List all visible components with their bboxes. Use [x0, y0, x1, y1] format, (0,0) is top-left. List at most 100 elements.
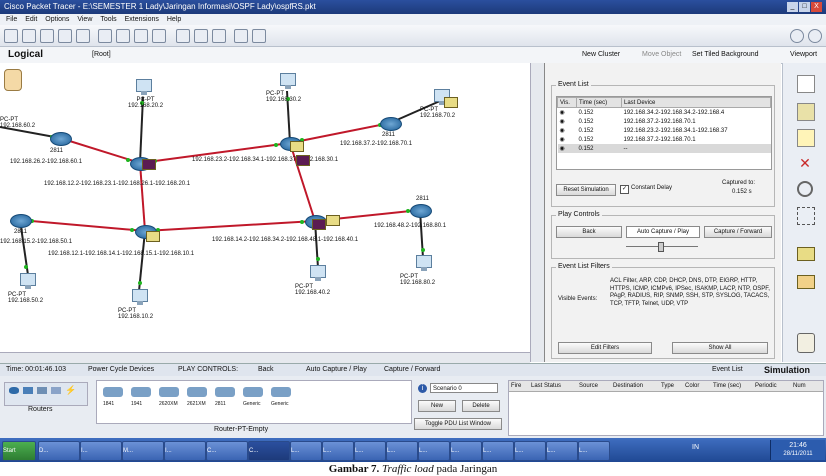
- logical-workspace[interactable]: PC-PT 192.168.20.2 PC-PT 192.168.30.2 PC…: [0, 63, 545, 362]
- router-model-icon[interactable]: [131, 387, 151, 397]
- switch-category-icon[interactable]: [23, 387, 33, 394]
- pc-192-168-30-2[interactable]: [280, 73, 296, 89]
- device-model-list[interactable]: 1841 1941 2620XM 2621XM 2811 Generic Gen…: [96, 380, 412, 424]
- show-all-button[interactable]: Show All: [672, 342, 768, 354]
- save-icon[interactable]: [40, 29, 54, 43]
- taskbar-item[interactable]: L...: [450, 441, 482, 461]
- help-icon[interactable]: [790, 29, 804, 43]
- new-cluster-button[interactable]: New Cluster: [582, 47, 620, 63]
- reset-simulation-button[interactable]: Reset Simulation: [556, 184, 616, 196]
- select-tool-icon[interactable]: [797, 75, 815, 93]
- pdu-col-num[interactable]: Num: [793, 381, 806, 391]
- menu-view[interactable]: View: [77, 16, 92, 23]
- root-breadcrumb[interactable]: [Root]: [92, 47, 111, 63]
- taskbar-item[interactable]: M...: [122, 441, 164, 461]
- taskbar-item-active[interactable]: C...: [248, 441, 290, 461]
- pdu-col-fire[interactable]: Fire: [511, 381, 521, 391]
- hub-category-icon[interactable]: [37, 387, 47, 394]
- auto-capture-play-button[interactable]: Auto Capture / Play: [626, 226, 700, 238]
- connections-category-icon[interactable]: ⚡: [65, 386, 76, 395]
- hand-cursor-icon[interactable]: [4, 69, 22, 91]
- taskbar-item[interactable]: L...: [482, 441, 514, 461]
- start-button[interactable]: Start: [2, 441, 36, 461]
- activity-wizard-icon[interactable]: [76, 29, 90, 43]
- new-file-icon[interactable]: [4, 29, 18, 43]
- move-object-button[interactable]: Move Object: [642, 47, 681, 63]
- pdu-col-color[interactable]: Color: [685, 381, 699, 391]
- router-r4[interactable]: [380, 117, 402, 131]
- event-row[interactable]: ◉ 0.152 192.168.37.2-192.168.70.1: [558, 117, 771, 126]
- back-button[interactable]: Back: [556, 226, 622, 238]
- close-button[interactable]: X: [811, 2, 822, 12]
- system-clock[interactable]: 21:46 28/11/2011: [770, 440, 825, 460]
- set-tiled-background-button[interactable]: Set Tiled Background: [692, 47, 759, 63]
- info-icon[interactable]: [808, 29, 822, 43]
- language-indicator[interactable]: IN: [692, 444, 699, 451]
- taskbar-item[interactable]: L...: [514, 441, 546, 461]
- edit-filters-button[interactable]: Edit Filters: [558, 342, 652, 354]
- scenario-info-icon[interactable]: i: [418, 384, 427, 393]
- vertical-scrollbar[interactable]: [530, 63, 544, 362]
- col-last-device[interactable]: Last Device: [621, 97, 771, 108]
- toggle-pdu-list-button[interactable]: Toggle PDU List Window: [414, 418, 502, 430]
- palette-icon[interactable]: [234, 29, 248, 43]
- router-r6[interactable]: [10, 214, 32, 228]
- paste-icon[interactable]: [116, 29, 130, 43]
- pdu-col-last-status[interactable]: Last Status: [531, 381, 561, 391]
- menu-options[interactable]: Options: [45, 16, 69, 23]
- taskbar-item[interactable]: L...: [290, 441, 322, 461]
- custom-device-icon[interactable]: [252, 29, 266, 43]
- hand-tool-icon[interactable]: [797, 103, 815, 121]
- resize-shape-icon[interactable]: [797, 207, 815, 225]
- inspect-tool-icon[interactable]: [797, 181, 813, 197]
- maximize-button[interactable]: □: [799, 2, 810, 12]
- logical-tab[interactable]: Logical: [8, 47, 43, 63]
- simulation-mode-tab[interactable]: Simulation: [764, 364, 810, 376]
- taskbar-item[interactable]: L...: [418, 441, 450, 461]
- pc-192-168-20-2[interactable]: [136, 79, 152, 95]
- pdu-envelope-icon[interactable]: [296, 155, 310, 166]
- zoom-reset-icon[interactable]: [194, 29, 208, 43]
- wireless-category-icon[interactable]: [51, 387, 61, 394]
- pdu-col-periodic[interactable]: Periodic: [755, 381, 777, 391]
- new-scenario-button[interactable]: New: [418, 400, 456, 412]
- taskbar-item[interactable]: L...: [354, 441, 386, 461]
- menu-file[interactable]: File: [6, 16, 17, 23]
- col-time[interactable]: Time (sec): [576, 97, 622, 108]
- pdu-envelope-icon[interactable]: [290, 141, 304, 152]
- zoom-out-icon[interactable]: [212, 29, 226, 43]
- constant-delay-checkbox[interactable]: ✓: [620, 185, 629, 194]
- event-list-table[interactable]: Vis. Time (sec) Last Device ◉ 0.152 192.…: [556, 96, 772, 170]
- print-icon[interactable]: [58, 29, 72, 43]
- copy-icon[interactable]: [98, 29, 112, 43]
- open-folder-icon[interactable]: [22, 29, 36, 43]
- capture-forward-button[interactable]: Capture / Forward: [704, 226, 772, 238]
- pdu-envelope-icon[interactable]: [146, 231, 160, 242]
- delete-scenario-button[interactable]: Delete: [462, 400, 500, 412]
- col-vis[interactable]: Vis.: [557, 97, 577, 108]
- taskbar-item[interactable]: L...: [546, 441, 578, 461]
- device-categories[interactable]: ⚡: [4, 382, 88, 406]
- menu-edit[interactable]: Edit: [25, 16, 37, 23]
- event-row[interactable]: ◉ 0.152 192.168.23.2-192.168.34.1-192.16…: [558, 126, 771, 135]
- taskbar-item[interactable]: L...: [322, 441, 354, 461]
- router-model-icon[interactable]: [271, 387, 291, 397]
- menu-tools[interactable]: Tools: [100, 16, 116, 23]
- status-auto-capture-button[interactable]: Auto Capture / Play: [306, 364, 367, 376]
- power-cycle-button[interactable]: Power Cycle Devices: [88, 364, 154, 376]
- status-capture-forward-button[interactable]: Capture / Forward: [384, 364, 440, 376]
- redo-icon[interactable]: [152, 29, 166, 43]
- simulation-stopwatch-icon[interactable]: [797, 333, 815, 353]
- router-model-icon[interactable]: [243, 387, 263, 397]
- pc-192-168-50-2[interactable]: [20, 273, 36, 289]
- router-model-icon[interactable]: [159, 387, 179, 397]
- taskbar-item[interactable]: L...: [578, 441, 610, 461]
- taskbar-item[interactable]: C...: [206, 441, 248, 461]
- pdu-envelope-icon[interactable]: [444, 97, 458, 108]
- add-complex-pdu-icon[interactable]: [797, 275, 815, 289]
- zoom-in-icon[interactable]: [176, 29, 190, 43]
- event-row-selected[interactable]: ◉ 0.152 --: [557, 144, 771, 153]
- pdu-col-source[interactable]: Source: [579, 381, 598, 391]
- router-model-icon[interactable]: [215, 387, 235, 397]
- pdu-envelope-icon[interactable]: [142, 159, 156, 170]
